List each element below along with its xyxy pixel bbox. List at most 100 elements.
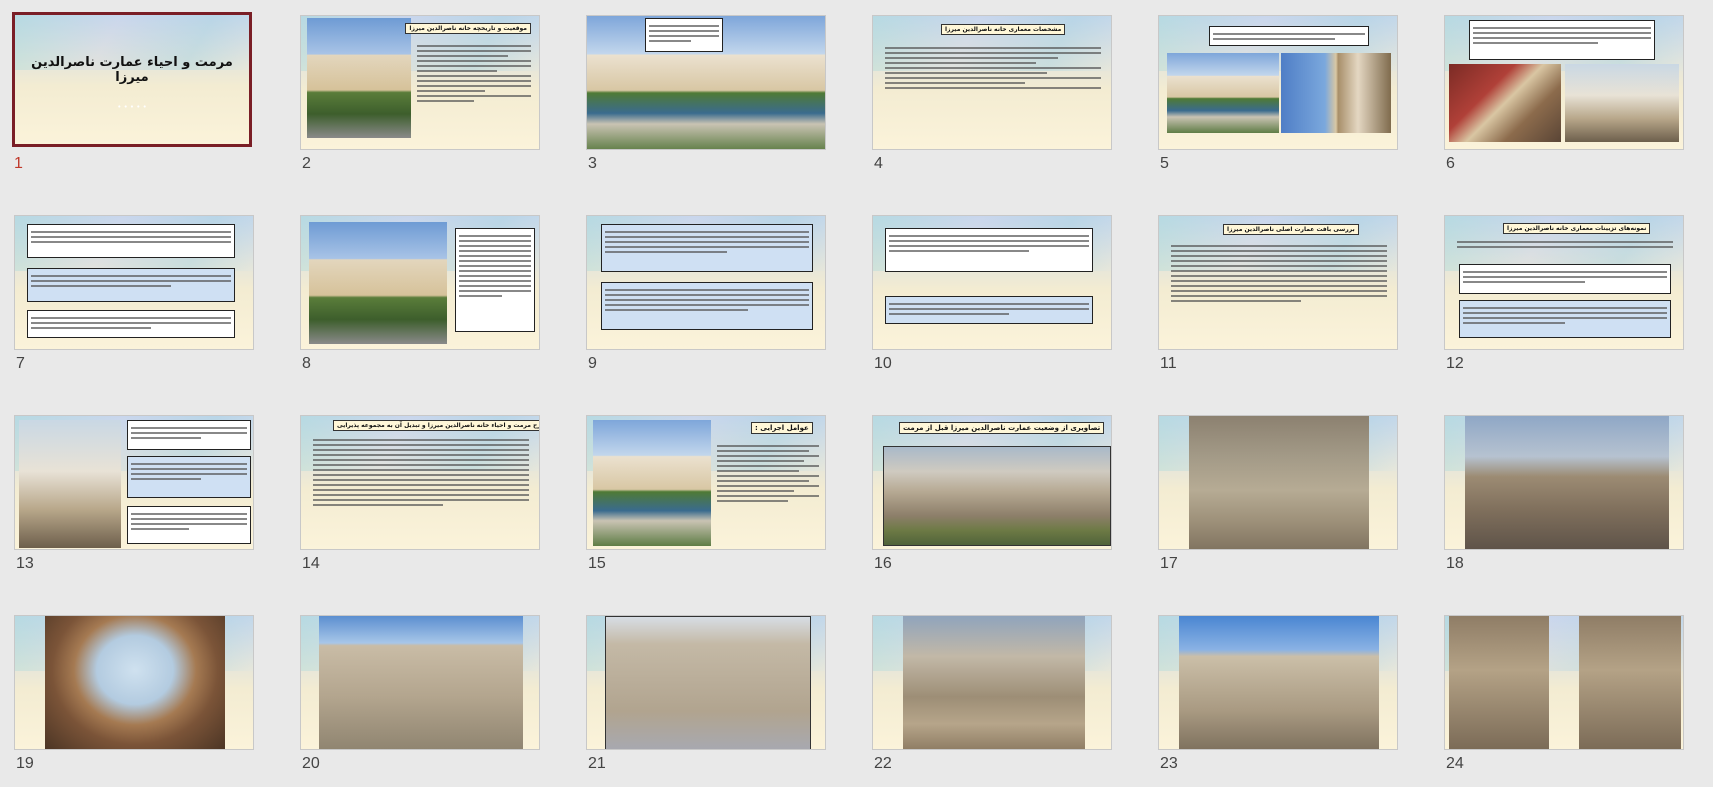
slide-title: مرمت و احیاء عمارت ناصرالدین میرزا xyxy=(31,55,233,85)
pool-photo xyxy=(1167,53,1279,133)
slide-number: 3 xyxy=(588,155,597,172)
slide-body-text xyxy=(885,44,1101,92)
dome-photo xyxy=(1281,53,1391,133)
slide-number: 21 xyxy=(588,755,606,772)
slide-1[interactable]: مرمت و احیاء عمارت ناصرالدین میرزا • • •… xyxy=(12,12,252,147)
slide-20[interactable] xyxy=(300,615,540,750)
slide-text-box xyxy=(1459,264,1671,294)
slide-9[interactable] xyxy=(586,215,826,350)
slide-body-text xyxy=(313,436,529,509)
slide-text-box xyxy=(1459,300,1671,338)
slide-number: 16 xyxy=(874,555,892,572)
slide-thumbnail-15[interactable]: عوامل اجرایی : 15 xyxy=(586,415,828,580)
slide-text-box xyxy=(27,224,235,258)
courtyard-photo xyxy=(593,420,711,546)
slide-thumbnail-21[interactable]: 21 xyxy=(586,615,828,780)
slide-number: 22 xyxy=(874,755,892,772)
slide-17[interactable] xyxy=(1158,415,1398,550)
collapsed-facade-photo xyxy=(903,616,1085,749)
slide-thumbnail-12[interactable]: نمونه‌های تزیینات معماری خانه ناصرالدین … xyxy=(1444,215,1686,380)
bare-trees-photo xyxy=(1465,416,1669,549)
slide-thumbnail-14[interactable]: طرح مرمت و احیاء خانه ناصرالدین میرزا و … xyxy=(300,415,542,580)
slide-thumbnail-3[interactable]: 3 xyxy=(586,15,828,180)
slide-14[interactable]: طرح مرمت و احیاء خانه ناصرالدین میرزا و … xyxy=(300,415,540,550)
room-photo xyxy=(1449,64,1561,142)
slide-number: 5 xyxy=(1160,155,1169,172)
slide-thumbnail-1[interactable]: مرمت و احیاء عمارت ناصرالدین میرزا • • •… xyxy=(12,12,254,177)
slide-body-text xyxy=(1171,242,1387,305)
slide-15[interactable]: عوامل اجرایی : xyxy=(586,415,826,550)
slide-number: 18 xyxy=(1446,555,1464,572)
slide-text-box xyxy=(601,282,813,330)
slide-number: 13 xyxy=(16,555,34,572)
slide-thumbnail-22[interactable]: 22 xyxy=(872,615,1114,780)
slide-number: 9 xyxy=(588,355,597,372)
slide-body-text xyxy=(1457,238,1673,251)
slide-thumbnail-7[interactable]: 7 xyxy=(14,215,256,380)
slide-text-box xyxy=(127,456,251,498)
facade-columns-photo xyxy=(1179,616,1379,749)
slide-6[interactable] xyxy=(1444,15,1684,150)
slide-thumbnail-18[interactable]: 18 xyxy=(1444,415,1686,580)
slide-7[interactable] xyxy=(14,215,254,350)
slide-number: 10 xyxy=(874,355,892,372)
slide-bullet-list xyxy=(717,442,819,505)
slide-number: 11 xyxy=(1160,355,1177,372)
slide-12[interactable]: نمونه‌های تزیینات معماری خانه ناصرالدین … xyxy=(1444,215,1684,350)
hall-photo xyxy=(1565,64,1679,142)
slide-thumbnail-11[interactable]: بررسی بافت عمارت اصلی ناصرالدین میرزا 11 xyxy=(1158,215,1400,380)
slide-18[interactable] xyxy=(1444,415,1684,550)
slide-thumbnail-10[interactable]: 10 xyxy=(872,215,1114,380)
slide-body-text xyxy=(417,42,531,105)
slide-16[interactable]: تصاویری از وضعیت عمارت ناصرالدین میرزا ق… xyxy=(872,415,1112,550)
slide-13[interactable] xyxy=(14,415,254,550)
slide-thumbnail-19[interactable]: 19 xyxy=(14,615,256,780)
slide-title: طرح مرمت و احیاء خانه ناصرالدین میرزا و … xyxy=(333,420,539,431)
slide-5[interactable] xyxy=(1158,15,1398,150)
slide-thumbnail-17[interactable]: 17 xyxy=(1158,415,1400,580)
slide-24[interactable] xyxy=(1444,615,1684,750)
slide-8[interactable] xyxy=(300,215,540,350)
slide-thumbnail-13[interactable]: 13 xyxy=(14,415,256,580)
slide-22[interactable] xyxy=(872,615,1112,750)
slide-thumbnail-9[interactable]: 9 xyxy=(586,215,828,380)
slide-text-box xyxy=(455,228,535,332)
slide-thumbnail-6[interactable]: 6 xyxy=(1444,15,1686,180)
slide-text-box xyxy=(27,310,235,338)
slide-number: 17 xyxy=(1160,555,1178,572)
slide-thumbnail-4[interactable]: مشخصات معماری خانه ناصرالدین میرزا 4 xyxy=(872,15,1114,180)
slide-number: 6 xyxy=(1446,155,1455,172)
slide-19[interactable] xyxy=(14,615,254,750)
slide-number: 12 xyxy=(1446,355,1464,372)
slide-thumbnail-23[interactable]: 23 xyxy=(1158,615,1400,780)
slide-thumbnail-24[interactable]: 24 xyxy=(1444,615,1686,780)
slide-23[interactable] xyxy=(1158,615,1398,750)
slide-number: 23 xyxy=(1160,755,1178,772)
slide-subtitle: • • • • • xyxy=(117,103,147,111)
slide-title: نمونه‌های تزیینات معماری خانه ناصرالدین … xyxy=(1503,223,1651,234)
slide-number: 20 xyxy=(302,755,320,772)
slide-text-box xyxy=(645,18,723,52)
slide-title: تصاویری از وضعیت عمارت ناصرالدین میرزا ق… xyxy=(899,422,1105,434)
palace-photo xyxy=(309,222,447,344)
slide-text-box xyxy=(885,228,1093,272)
slide-2[interactable]: موقعیت و تاریخچه خانه ناصرالدین میرزا xyxy=(300,15,540,150)
slide-title: بررسی بافت عمارت اصلی ناصرالدین میرزا xyxy=(1223,224,1359,235)
slide-number: 19 xyxy=(16,755,34,772)
slide-thumbnail-8[interactable]: 8 xyxy=(300,215,542,380)
slide-text-box xyxy=(1209,26,1369,46)
slide-text-box xyxy=(27,268,235,302)
slide-number: 15 xyxy=(588,555,606,572)
slide-11[interactable]: بررسی بافت عمارت اصلی ناصرالدین میرزا xyxy=(1158,215,1398,350)
slide-thumbnail-20[interactable]: 20 xyxy=(300,615,542,780)
slide-4[interactable]: مشخصات معماری خانه ناصرالدین میرزا xyxy=(872,15,1112,150)
interior-ruin-photo xyxy=(1449,616,1549,749)
slide-21[interactable] xyxy=(586,615,826,750)
slide-thumbnail-2[interactable]: موقعیت و تاریخچه خانه ناصرالدین میرزا 2 xyxy=(300,15,542,180)
slide-10[interactable] xyxy=(872,215,1112,350)
courtyard-dirt-photo xyxy=(1189,416,1369,549)
slide-number: 1 xyxy=(14,155,23,172)
slide-thumbnail-16[interactable]: تصاویری از وضعیت عمارت ناصرالدین میرزا ق… xyxy=(872,415,1114,580)
slide-thumbnail-5[interactable]: 5 xyxy=(1158,15,1400,180)
slide-3[interactable] xyxy=(586,15,826,150)
